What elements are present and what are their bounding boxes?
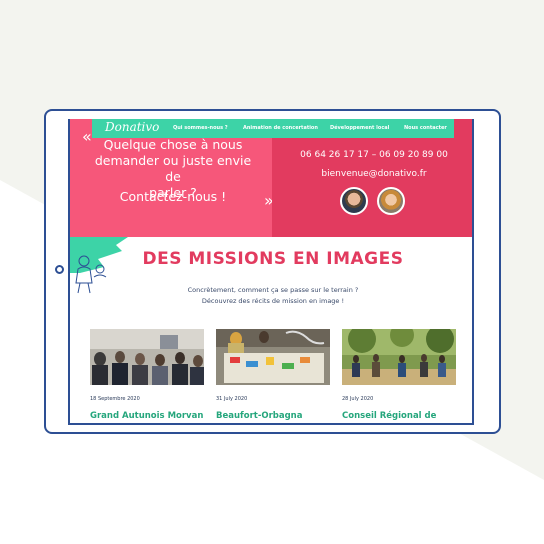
nav-item-concertation[interactable]: Animation de concertation: [243, 125, 318, 131]
section-intro: Découvrez des récits de mission en image…: [201, 297, 345, 305]
avatar: [377, 187, 405, 215]
section-title: DES MISSIONS EN IMAGES: [142, 249, 404, 269]
section-intro: Concrètement, comment ça se passe sur le…: [187, 286, 359, 294]
nav-item-local-development[interactable]: Développement local: [330, 125, 389, 131]
hero-question-line: demander ou juste envie de: [94, 153, 252, 184]
mission-date: 28 July 2020: [342, 396, 374, 402]
site-logo[interactable]: Donativo: [105, 120, 159, 134]
mission-photo[interactable]: [342, 329, 456, 385]
mission-title-link[interactable]: Conseil Régional de: [342, 411, 436, 421]
avatar: [340, 187, 368, 215]
mission-title-link[interactable]: Beaufort-Orbagna: [216, 411, 302, 421]
mission-photo[interactable]: [90, 329, 204, 385]
tablet-home-button[interactable]: [55, 265, 64, 274]
phone-numbers[interactable]: 06 64 26 17 17 – 06 09 20 89 00: [272, 150, 472, 160]
email-link[interactable]: bienvenue@donativo.fr: [272, 169, 472, 179]
mission-date: 31 July 2020: [216, 396, 248, 402]
mission-photo[interactable]: [216, 329, 330, 385]
nav-item-about[interactable]: Qui sommes-nous ?: [173, 125, 228, 131]
nav-item-contact[interactable]: Nous contacter: [404, 125, 447, 131]
mission-title-link[interactable]: Grand Autunois Morvan: [90, 411, 203, 421]
top-navigation: Donativo Qui sommes-nous ? Animation de …: [92, 119, 454, 138]
contact-cta-link[interactable]: Contactez-nous !: [88, 189, 258, 204]
website-screen: « Quelque chose à nous demander ou juste…: [68, 119, 474, 425]
hero-question-line: Quelque chose à nous: [103, 137, 243, 152]
mission-date: 18 Septembre 2020: [90, 396, 140, 402]
